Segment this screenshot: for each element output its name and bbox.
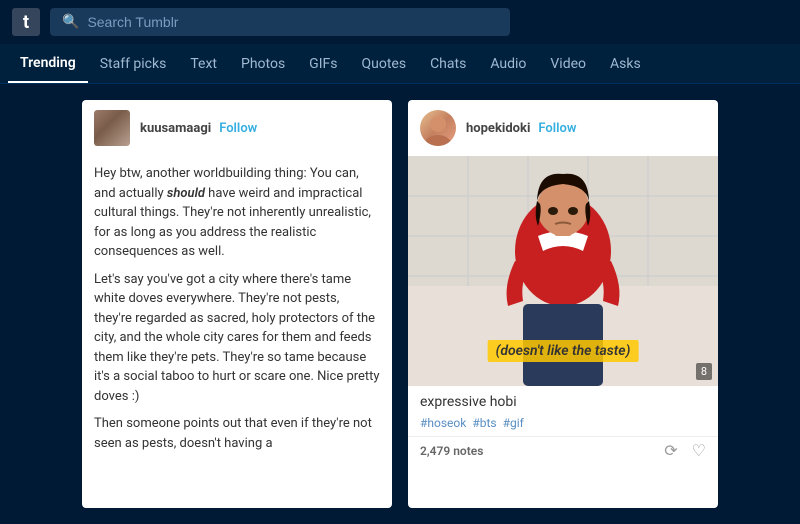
topbar: t 🔍 xyxy=(0,0,800,44)
reblog-icon[interactable]: ⟳ xyxy=(664,441,677,460)
post-paragraph-1-2: Then someone points out that even if the… xyxy=(94,414,380,453)
image-badge: 8 xyxy=(696,363,712,380)
post-footer: 2,479 notes ⟳ ♡ xyxy=(408,436,718,468)
post-card-1: kuusamaagi Follow Hey btw, another world… xyxy=(82,100,392,508)
post-body-1: Hey btw, another worldbuilding thing: Yo… xyxy=(82,156,392,469)
post-header-2: hopekidoki Follow xyxy=(408,100,718,156)
author-name-2: hopekidoki xyxy=(466,121,530,136)
nav-item-text[interactable]: Text xyxy=(178,44,229,83)
post-actions: ⟳ ♡ xyxy=(664,441,706,460)
post-title: expressive hobi xyxy=(408,386,718,414)
search-input[interactable] xyxy=(87,14,498,30)
avatar-1[interactable] xyxy=(94,110,130,146)
post-paragraph-1-1: Let's say you've got a city where there'… xyxy=(94,270,380,407)
search-icon: 🔍 xyxy=(62,14,79,30)
post-paragraph-1-0: Hey btw, another worldbuilding thing: Yo… xyxy=(94,164,380,262)
avatar-2[interactable] xyxy=(420,110,456,146)
search-bar[interactable]: 🔍 xyxy=(50,8,510,36)
nav-item-quotes[interactable]: Quotes xyxy=(349,44,418,83)
author-info-2: hopekidoki Follow xyxy=(466,121,576,136)
nav-item-photos[interactable]: Photos xyxy=(229,44,297,83)
nav-item-asks[interactable]: Asks xyxy=(598,44,653,83)
post-tags: #hoseok #bts #gif xyxy=(408,414,718,436)
nav-item-audio[interactable]: Audio xyxy=(478,44,538,83)
follow-button-2[interactable]: Follow xyxy=(538,121,576,136)
content-area: kuusamaagi Follow Hey btw, another world… xyxy=(0,84,800,524)
post-card-2: hopekidoki Follow xyxy=(408,100,718,508)
nav-item-chats[interactable]: Chats xyxy=(418,44,478,83)
heart-icon[interactable]: ♡ xyxy=(692,441,706,460)
nav-item-gifs[interactable]: GIFs xyxy=(297,44,349,83)
notes-count: 2,479 notes xyxy=(420,444,483,458)
secondary-nav: Trending Staff picks Text Photos GIFs Qu… xyxy=(0,44,800,84)
nav-item-staffpicks[interactable]: Staff picks xyxy=(88,44,179,83)
tag-1[interactable]: #hoseok xyxy=(420,416,466,430)
nav-item-trending[interactable]: Trending xyxy=(8,44,88,83)
tumblr-logo[interactable]: t xyxy=(12,8,40,36)
nav-item-video[interactable]: Video xyxy=(538,44,598,83)
follow-button-1[interactable]: Follow xyxy=(219,121,257,136)
post-header-1: kuusamaagi Follow xyxy=(82,100,392,156)
image-caption: (doesn't like the taste) xyxy=(488,340,639,362)
author-info-1: kuusamaagi Follow xyxy=(140,121,257,136)
tag-3[interactable]: #gif xyxy=(503,416,524,430)
post-image: (doesn't like the taste) 8 xyxy=(408,156,718,386)
tag-2[interactable]: #bts xyxy=(472,416,496,430)
author-name-1: kuusamaagi xyxy=(140,121,211,136)
